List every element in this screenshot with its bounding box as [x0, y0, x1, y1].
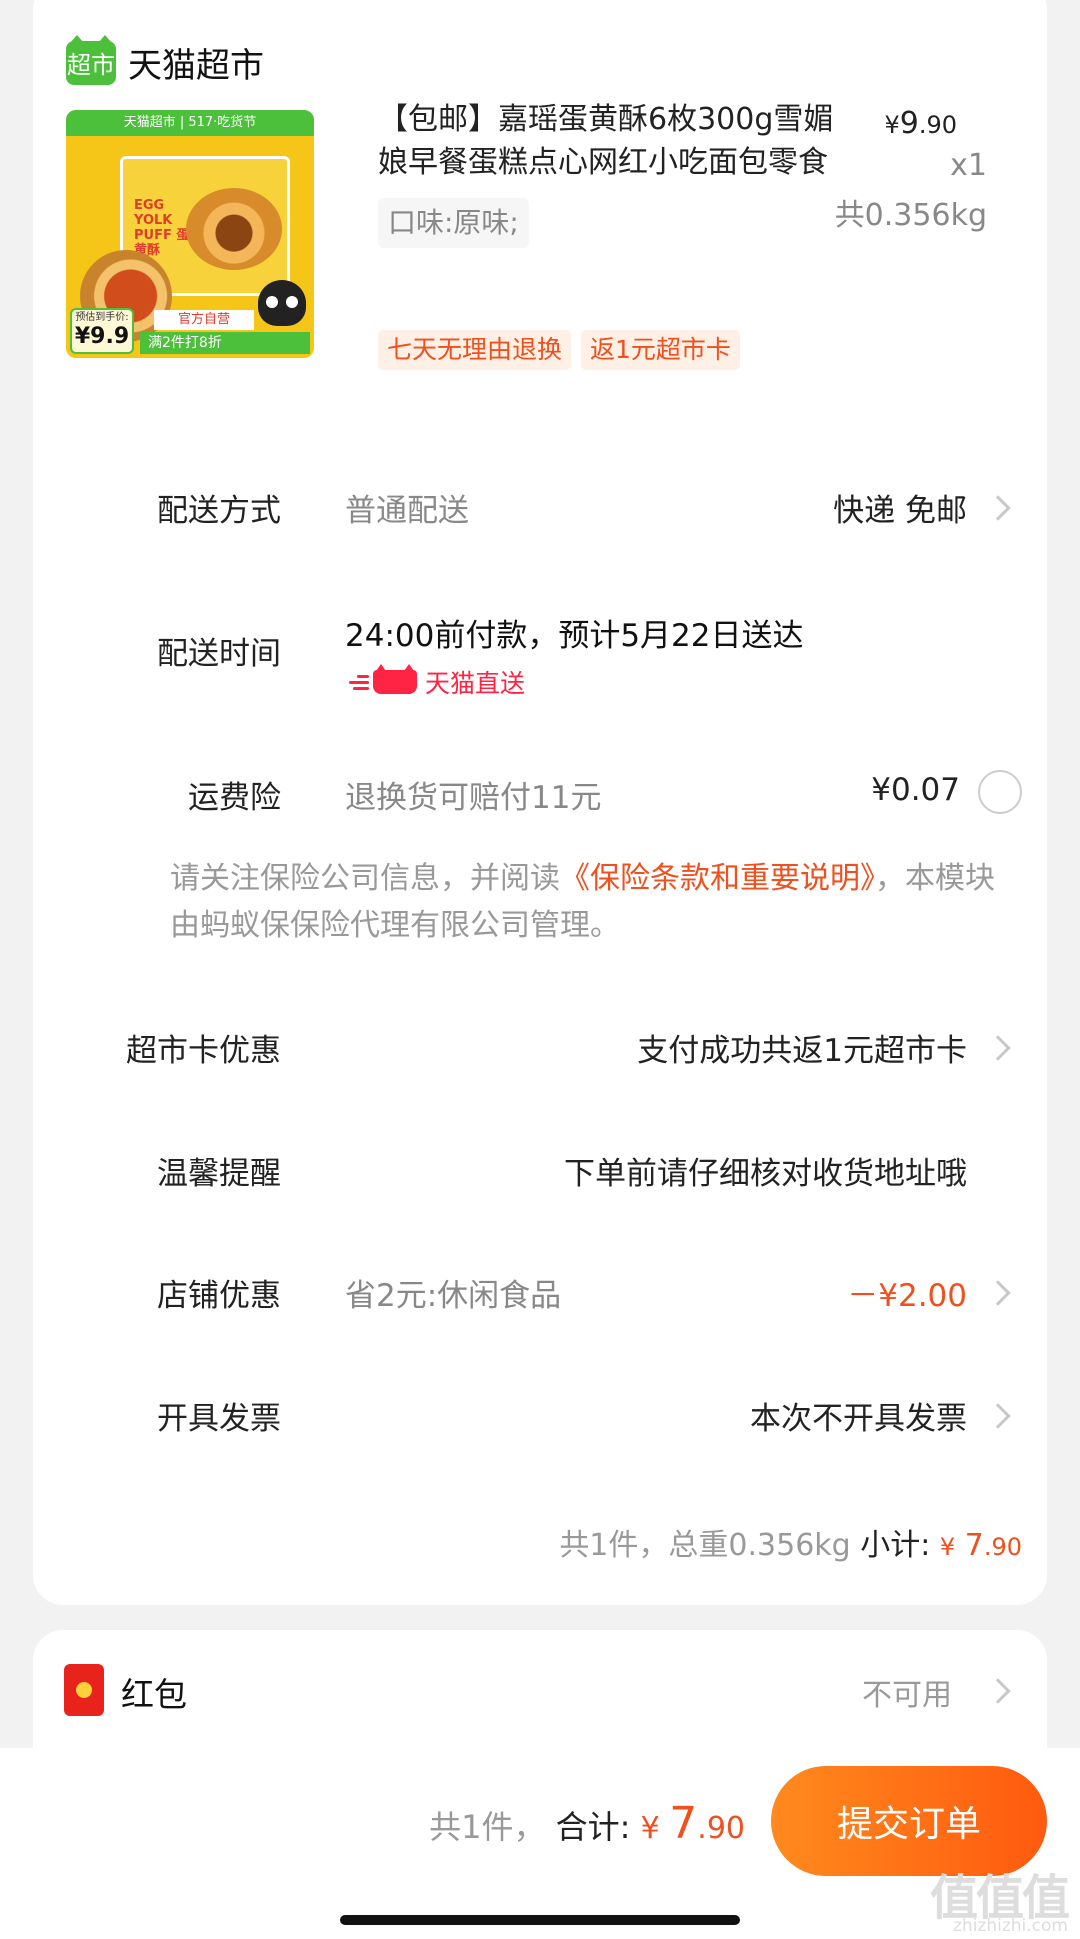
- tmall-cat-mascot-icon: [258, 280, 306, 326]
- product-price: ¥9.90: [884, 106, 957, 141]
- tag-cashback-card: 返1元超市卡: [581, 330, 740, 370]
- reminder-label: 温馨提醒: [157, 1156, 281, 1192]
- delivery-method-label: 配送方式: [157, 493, 281, 529]
- thumb-official-label: 官方自营: [154, 310, 254, 330]
- subtotal-amount: ¥ 7.90: [939, 1528, 1022, 1563]
- subtotal: 共1件，总重0.356kg 小计: ¥ 7.90: [559, 1520, 1022, 1564]
- reminder-value: 下单前请仔细核对收货地址哦: [564, 1156, 967, 1192]
- delivery-time-label: 配送时间: [157, 636, 281, 672]
- subtotal-label: 小计:: [860, 1528, 931, 1563]
- order-count: 共1件，: [429, 1808, 546, 1846]
- watermark-url: zhizhizhi.com: [953, 1916, 1068, 1936]
- product-quantity: x1: [950, 148, 987, 183]
- thumb-price: ¥9.9: [74, 324, 130, 349]
- tag-seven-day-return: 七天无理由退换: [378, 330, 572, 370]
- invoice-value: 本次不开具发票: [750, 1401, 967, 1437]
- total-amount: ¥ 7.90: [640, 1798, 745, 1849]
- product-tags: 七天无理由退换 返1元超市卡: [378, 330, 740, 370]
- delivery-method-detail: 快递 免邮: [833, 493, 967, 529]
- speed-lines-icon: [345, 673, 369, 691]
- market-card-label: 超市卡优惠: [126, 1033, 281, 1069]
- red-packet-label: 红包: [121, 1675, 187, 1714]
- thumb-price-box: 预估到手价: ¥9.9: [70, 308, 134, 354]
- checkout-bar: 共1件， 合计: ¥ 7.90 提交订单 值值值 zhizhizhi.com: [0, 1748, 1080, 1939]
- thumb-discount-label: 满2件打8折: [140, 332, 310, 354]
- shipping-insurance-desc: 退换货可赔付11元: [345, 780, 602, 816]
- thumb-box-title: EGG YOLK PUFF 蛋黄酥: [134, 198, 190, 258]
- order-confirm-page: 超市 天猫超市 天猫超市 | 517·吃货节 EGG YOLK PUFF 蛋黄酥…: [0, 0, 1080, 1939]
- product-weight: 共0.356kg: [834, 198, 987, 233]
- market-card-value: 支付成功共返1元超市卡: [637, 1033, 967, 1069]
- total-label: 合计:: [555, 1808, 631, 1846]
- delivery-method-value: 普通配送: [345, 493, 469, 529]
- invoice-label: 开具发票: [157, 1401, 281, 1437]
- product-flavor: 口味:原味;: [378, 198, 529, 248]
- store-name[interactable]: 天猫超市: [128, 38, 264, 87]
- shop-discount-desc: 省2元:休闲食品: [345, 1278, 562, 1314]
- product-title[interactable]: 【包邮】嘉瑶蛋黄酥6枚300g雪媚娘早餐蛋糕点心网红小吃面包零食: [378, 98, 848, 184]
- product-thumbnail[interactable]: 天猫超市 | 517·吃货节 EGG YOLK PUFF 蛋黄酥 官方自营 满2…: [66, 110, 314, 358]
- egg-yolk-puff-image: [186, 188, 282, 270]
- thumb-banner: 天猫超市 | 517·吃货节: [66, 110, 314, 136]
- subtotal-summary: 共1件，总重0.356kg: [559, 1528, 851, 1563]
- insurance-radio[interactable]: [978, 770, 1022, 814]
- delivery-time-value: 24:00前付款，预计5月22日送达: [345, 618, 804, 654]
- shipping-insurance-label: 运费险: [188, 780, 281, 816]
- tmall-cat-icon: [373, 664, 417, 694]
- insurance-terms-link[interactable]: 《保险条款和重要说明》: [560, 861, 875, 896]
- shipping-insurance-price: ¥0.07: [871, 772, 960, 808]
- red-packet-icon: [64, 1664, 104, 1716]
- shop-discount-value: －¥2.00: [847, 1278, 967, 1314]
- insurance-notice: 请关注保险公司信息，并阅读《保险条款和重要说明》，本模块由蚂蚁保保险代理有限公司…: [170, 861, 995, 943]
- home-indicator[interactable]: [340, 1915, 740, 1925]
- order-total: 共1件， 合计: ¥ 7.90: [429, 1798, 745, 1849]
- thumb-price-label: 预估到手价:: [75, 312, 129, 323]
- red-packet-value: 不可用: [862, 1678, 952, 1713]
- shop-discount-label: 店铺优惠: [157, 1278, 281, 1314]
- tmall-supermarket-logo: 超市: [66, 34, 116, 85]
- tmall-direct-label: 天猫直送: [425, 669, 526, 698]
- tmall-direct-badge: 天猫直送: [345, 664, 525, 700]
- store-header: 超市 天猫超市: [66, 34, 264, 87]
- chevron-right-icon: [985, 1678, 1011, 1704]
